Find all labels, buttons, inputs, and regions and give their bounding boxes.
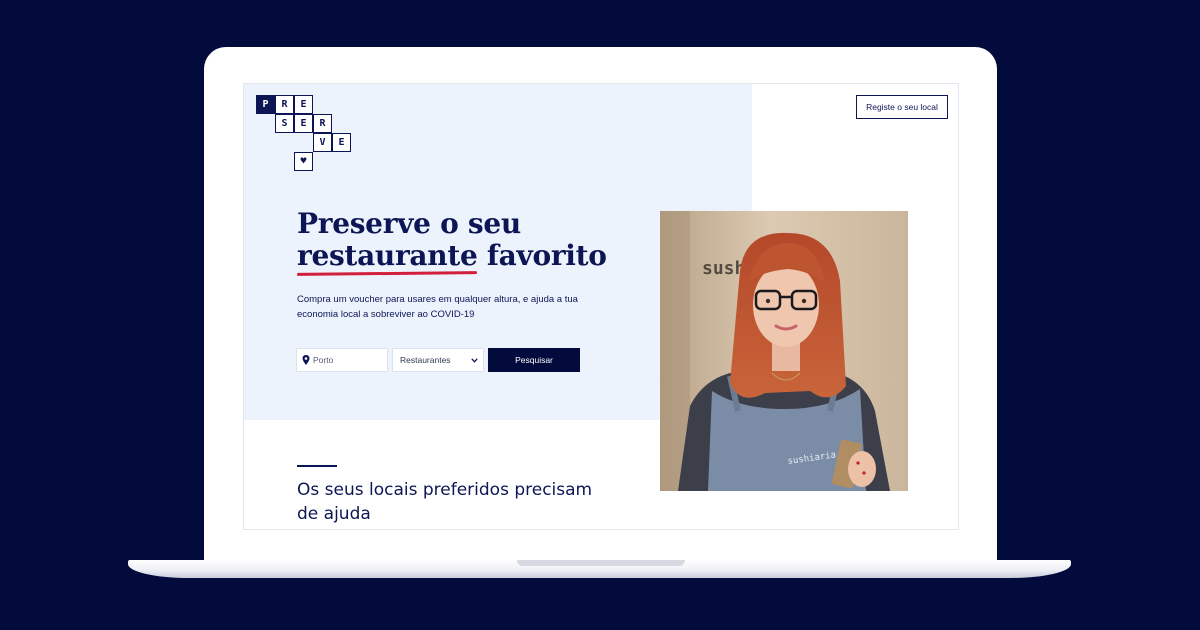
logo-letter-e2: E [294, 114, 313, 133]
logo-letter-e3: E [332, 133, 351, 152]
section-divider [297, 465, 337, 467]
location-input[interactable]: Porto [296, 348, 388, 372]
hero-photo: sushiaria sushiaria [660, 211, 908, 491]
laptop-notch [517, 560, 685, 566]
logo-letter-s: S [275, 114, 294, 133]
hero-title-underlined-word: restaurante [297, 239, 478, 272]
logo-letter-e: E [294, 95, 313, 114]
register-venue-button[interactable]: Registe o seu local [856, 95, 948, 119]
logo-letter-r: R [275, 95, 294, 114]
website-screen: P R E S E R V E ♥ Registe o seu local Pr… [243, 83, 959, 530]
search-bar: Porto Restaurantes Pesquisar [296, 348, 580, 372]
category-value: Restaurantes [400, 355, 451, 365]
hero-title-line1: Preserve o seu [297, 207, 521, 240]
search-button[interactable]: Pesquisar [488, 348, 580, 372]
logo-letter-p: P [256, 95, 275, 114]
location-value: Porto [313, 355, 334, 365]
location-pin-icon [302, 355, 310, 365]
hero-subtitle: Compra um voucher para usares em qualque… [297, 294, 578, 320]
logo-letter-r2: R [313, 114, 332, 133]
category-select[interactable]: Restaurantes [392, 348, 484, 372]
section-title: Os seus locais preferidos precisam de aj… [297, 480, 593, 524]
hero-title: Preserve o seu restaurante favorito [297, 208, 627, 272]
chevron-down-icon [471, 357, 478, 363]
heart-glyph: ♥ [300, 155, 307, 167]
heart-icon: ♥ [294, 152, 313, 171]
hero-title-tail: favorito [477, 239, 607, 272]
logo-letter-v: V [313, 133, 332, 152]
waitress-illustration: sushiaria sushiaria [660, 211, 908, 491]
